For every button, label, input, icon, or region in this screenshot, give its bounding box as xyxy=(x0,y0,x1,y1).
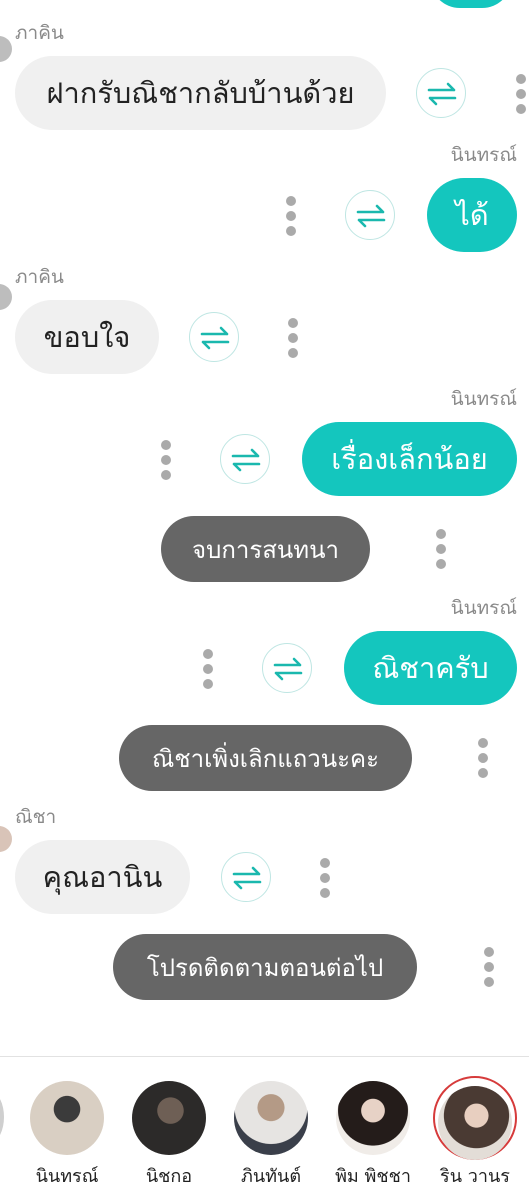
more-options-button[interactable] xyxy=(477,738,489,778)
sender-avatar[interactable] xyxy=(0,826,12,852)
previous-message-bubble xyxy=(430,0,512,8)
partial-character-avatar[interactable] xyxy=(0,1093,4,1141)
swap-arrows-icon xyxy=(231,448,261,472)
character-name: ภินทันต์ xyxy=(240,1166,302,1187)
character-avatar[interactable] xyxy=(132,1081,206,1155)
sender-name: ณิชา xyxy=(15,806,57,828)
system-message: โปรดติดตามตอนต่อไป xyxy=(113,934,417,1000)
sender-name: นินทรณ์ xyxy=(450,144,517,166)
message-bubble: ได้ xyxy=(427,178,517,252)
swap-arrows-icon xyxy=(427,82,457,106)
sender-name: ภาคิน xyxy=(15,266,64,288)
character-name: พิม พิชชา xyxy=(335,1166,411,1187)
character-avatar-selected[interactable] xyxy=(438,1086,512,1160)
character-name: นินทรณ์ xyxy=(35,1166,99,1187)
more-options-button[interactable] xyxy=(515,74,527,114)
more-options-button[interactable] xyxy=(483,947,495,987)
character-selector-bar: นินทรณ์ นิชกอ ภินทันต์ พิม พิชชา ริน วาน… xyxy=(0,1056,529,1187)
sender-name: นินทรณ์ xyxy=(450,597,517,619)
system-message: ณิชาเพิ่งเลิกแถวนะคะ xyxy=(119,725,412,791)
system-message: จบการสนทนา xyxy=(161,516,370,582)
swap-arrows-icon xyxy=(200,326,230,350)
sender-avatar[interactable] xyxy=(0,36,12,62)
translate-button[interactable] xyxy=(189,312,239,362)
sender-name: นินทรณ์ xyxy=(450,388,517,410)
more-options-button[interactable] xyxy=(435,529,447,569)
character-name: ริน วานร xyxy=(440,1166,510,1187)
message-bubble: ณิชาครับ xyxy=(344,631,517,705)
character-name: นิชกอ xyxy=(145,1166,193,1187)
character-avatar[interactable] xyxy=(30,1081,104,1155)
sender-name: ภาคิน xyxy=(15,22,64,44)
translate-button[interactable] xyxy=(345,190,395,240)
translate-button[interactable] xyxy=(262,643,312,693)
more-options-button[interactable] xyxy=(202,649,214,689)
swap-arrows-icon xyxy=(356,204,386,228)
more-options-button[interactable] xyxy=(285,196,297,236)
character-avatar[interactable] xyxy=(336,1081,410,1155)
translate-button[interactable] xyxy=(221,852,271,902)
sender-avatar[interactable] xyxy=(0,284,12,310)
message-bubble: เรื่องเล็กน้อย xyxy=(302,422,517,496)
message-bubble: ขอบใจ xyxy=(15,300,159,374)
message-bubble: ฝากรับณิชากลับบ้านด้วย xyxy=(15,56,386,130)
more-options-button[interactable] xyxy=(319,858,331,898)
translate-button[interactable] xyxy=(416,68,466,118)
message-bubble: คุณอานิน xyxy=(15,840,190,914)
swap-arrows-icon xyxy=(273,657,303,681)
more-options-button[interactable] xyxy=(160,440,172,480)
translate-button[interactable] xyxy=(220,434,270,484)
character-avatar[interactable] xyxy=(234,1081,308,1155)
swap-arrows-icon xyxy=(232,866,262,890)
more-options-button[interactable] xyxy=(287,318,299,358)
